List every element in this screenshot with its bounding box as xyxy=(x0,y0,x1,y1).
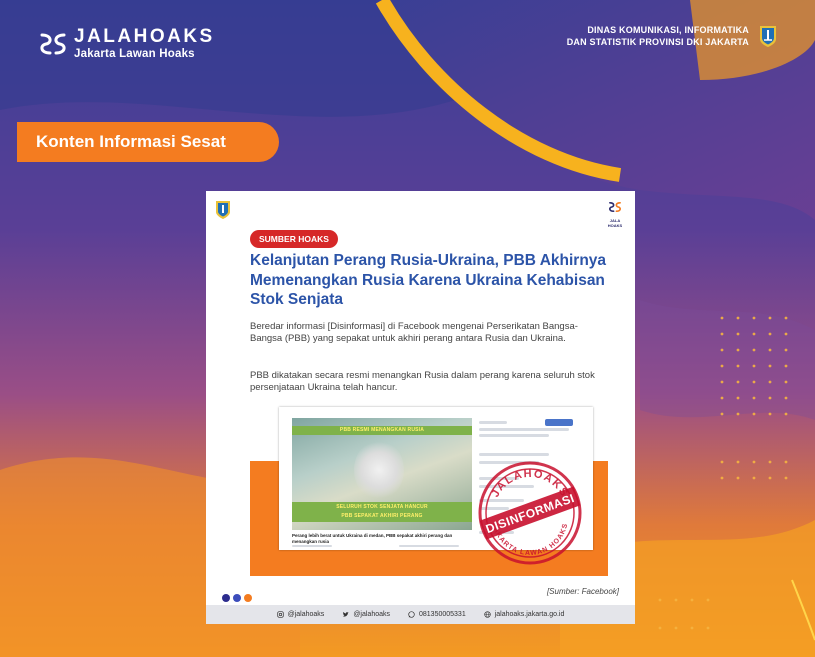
disinformasi-stamp: JALAHOAKS JAKARTA LAWAN HOAKS DISINFORMA… xyxy=(478,461,582,565)
smoke-cloud xyxy=(354,440,404,500)
source-credit: [Sumber: Facebook] xyxy=(546,587,619,596)
image-banner-bottom-line1: SELURUH STOK SENJATA HANCUR xyxy=(336,504,428,510)
jalahoaks-small-logo: JALA HOAKS xyxy=(605,200,625,228)
jalahoaks-mark-icon xyxy=(609,201,621,213)
organization-header: DINAS KOMUNIKASI, INFORMATIKA DAN STATIS… xyxy=(567,24,777,48)
image-banner-bottom: SELURUH STOK SENJATA HANCUR PBB SEPAKAT … xyxy=(292,502,472,522)
reaction-bar xyxy=(399,545,459,547)
comment-line xyxy=(479,421,507,424)
post-image: PBB RESMI MENANGKAN RUSIA SELURUH STOK S… xyxy=(292,418,472,530)
contact-footer: @jalahoaks @jalahoaks 081350005331 jalah… xyxy=(206,605,635,624)
comment-line xyxy=(479,428,569,431)
dki-jakarta-emblem-icon xyxy=(216,201,230,219)
small-logo-text: JALA HOAKS xyxy=(607,218,623,228)
source-label-badge: SUMBER HOAKS xyxy=(250,230,338,248)
dki-jakarta-emblem-icon xyxy=(760,25,776,47)
dot-blue xyxy=(222,594,230,602)
website-url: jalahoaks.jakarta.go.id xyxy=(494,611,565,618)
footer-instagram[interactable]: @jalahoaks xyxy=(276,611,325,618)
decorative-dots xyxy=(222,594,252,602)
instagram-handle: @jalahoaks xyxy=(287,611,325,618)
jalahoaks-mark-icon xyxy=(40,33,66,55)
instagram-icon xyxy=(276,611,284,618)
post-caption: Perang lebih berat untuk Ukraina di meda… xyxy=(292,533,453,544)
footer-website[interactable]: jalahoaks.jakarta.go.id xyxy=(484,611,565,618)
description-paragraph-2: PBB dikatakan secara resmi menangkan Rus… xyxy=(250,370,595,393)
brand-tagline: Jakarta Lawan Hoaks xyxy=(74,48,195,61)
whatsapp-number: 081350005331 xyxy=(419,611,466,618)
brand-name: JALAHOAKS xyxy=(74,26,215,48)
comment-line xyxy=(479,434,549,437)
description-paragraph-1: Beredar informasi [Disinformasi] di Face… xyxy=(250,321,578,344)
whatsapp-icon xyxy=(408,611,415,618)
infographic: JALAHOAKS Jakarta Lawan Hoaks DINAS KOMU… xyxy=(0,0,815,657)
category-tag: Konten Informasi Sesat xyxy=(17,122,279,162)
reaction-bar xyxy=(292,545,332,547)
comment-line xyxy=(479,453,549,456)
image-banner-top: PBB RESMI MENANGKAN RUSIA xyxy=(292,426,472,435)
facebook-button xyxy=(545,419,573,426)
dot-orange xyxy=(244,594,252,602)
org-name-line2: DAN STATISTIK PROVINSI DKI JAKARTA xyxy=(566,37,749,47)
headline: Kelanjutan Perang Rusia-Ukraina, PBB Akh… xyxy=(250,252,607,308)
image-banner-bottom-line2: PBB SEPAKAT AKHIRI PERANG xyxy=(341,513,423,519)
twitter-icon xyxy=(343,612,349,617)
globe-icon xyxy=(484,611,491,618)
hoax-card: JALA HOAKS SUMBER HOAKS Kelanjutan Peran… xyxy=(206,191,635,624)
twitter-handle: @jalahoaks xyxy=(353,611,390,618)
footer-whatsapp[interactable]: 081350005331 xyxy=(408,611,466,618)
org-name-line1: DINAS KOMUNIKASI, INFORMATIKA xyxy=(587,25,749,35)
footer-twitter[interactable]: @jalahoaks xyxy=(342,611,390,618)
jalahoaks-logo: JALAHOAKS Jakarta Lawan Hoaks xyxy=(38,24,238,64)
dot-blue-light xyxy=(233,594,241,602)
